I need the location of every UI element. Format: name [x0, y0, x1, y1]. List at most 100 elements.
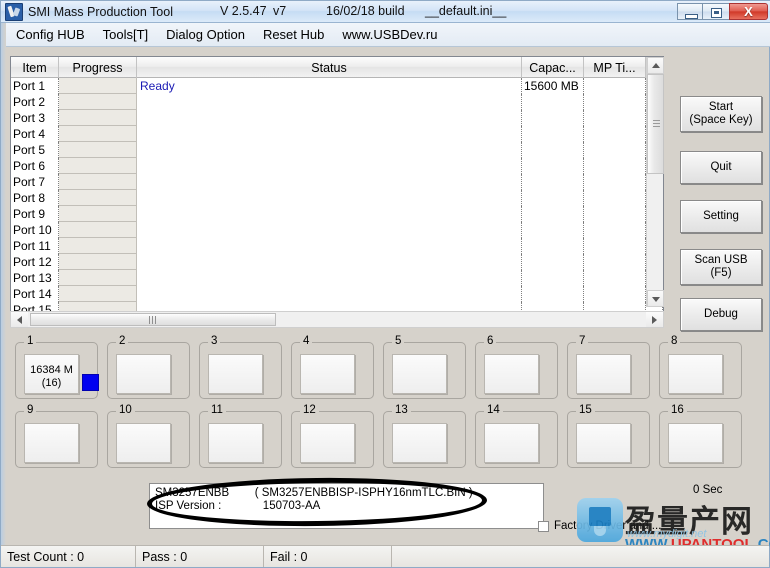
port-cell-status — [137, 206, 522, 222]
port-slot-display[interactable] — [484, 423, 539, 463]
status-extra — [392, 546, 769, 567]
table-row[interactable]: Port 1Ready15600 MB32 — [11, 78, 663, 94]
table-row[interactable]: Port 2 — [11, 94, 663, 110]
table-row[interactable]: Port 14 — [11, 286, 663, 302]
close-button[interactable]: X — [729, 3, 768, 20]
controller-model-line: SM3257ENBB ( SM3257ENBBISP-ISPHY16nmTLC.… — [155, 487, 473, 499]
column-header-status[interactable]: Status — [137, 57, 522, 78]
port-slot-display[interactable] — [116, 354, 171, 394]
start-button[interactable]: Start (Space Key) — [680, 96, 762, 132]
port-slot-display[interactable] — [24, 423, 79, 463]
maximize-button[interactable] — [703, 3, 729, 20]
build-tag-label: v7 — [273, 4, 287, 18]
list-horizontal-scrollbar[interactable] — [10, 311, 664, 328]
port-cell-status — [137, 126, 522, 142]
port-slot-display[interactable] — [484, 354, 539, 394]
port-slot[interactable]: 15 — [567, 404, 650, 468]
port-cell-mp-time — [584, 174, 646, 190]
port-slot-display[interactable] — [668, 354, 723, 394]
menu-item-usbdev-link[interactable]: www.USBDev.ru — [333, 25, 446, 44]
scroll-right-button[interactable] — [646, 312, 663, 327]
port-cell-status — [137, 286, 522, 302]
quit-button[interactable]: Quit — [680, 151, 762, 184]
port-slot-display[interactable] — [392, 423, 447, 463]
table-row[interactable]: Port 12 — [11, 254, 663, 270]
status-bar: Test Count : 0 Pass : 0 Fail : 0 — [1, 545, 769, 567]
port-slot[interactable]: 7 — [567, 335, 650, 399]
port-slot[interactable]: 4 — [291, 335, 374, 399]
port-slot-display[interactable] — [300, 354, 355, 394]
menu-item-dialog-option[interactable]: Dialog Option — [157, 25, 254, 44]
controller-info-panel[interactable]: SM3257ENBB ( SM3257ENBBISP-ISPHY16nmTLC.… — [149, 483, 544, 529]
table-row[interactable]: Port 11 — [11, 238, 663, 254]
port-cell-item: Port 7 — [11, 174, 59, 190]
port-slot-display[interactable] — [576, 354, 631, 394]
setting-button-label: Setting — [703, 209, 739, 222]
port-slot[interactable]: 9 — [15, 404, 98, 468]
table-row[interactable]: Port 9 — [11, 206, 663, 222]
port-slot[interactable]: 5 — [383, 335, 466, 399]
table-row[interactable]: Port 4 — [11, 126, 663, 142]
port-slot-display[interactable] — [208, 354, 263, 394]
table-row[interactable]: Port 6 — [11, 158, 663, 174]
port-slot-number: 16 — [668, 404, 687, 416]
column-header-mp-time[interactable]: MP Ti... — [584, 57, 646, 78]
scroll-left-button[interactable] — [11, 312, 28, 327]
port-slot-display[interactable]: 16384 M (16) — [24, 354, 79, 394]
port-cell-mp-time — [584, 94, 646, 110]
debug-button[interactable]: Debug — [680, 298, 762, 331]
table-row[interactable]: Port 10 — [11, 222, 663, 238]
port-slot-number: 14 — [484, 404, 503, 416]
port-cell-capacity — [522, 94, 584, 110]
menu-item-reset-hub[interactable]: Reset Hub — [254, 25, 333, 44]
port-cell-item: Port 1 — [11, 78, 59, 94]
port-slot[interactable]: 8 — [659, 335, 742, 399]
port-slot[interactable]: 12 — [291, 404, 374, 468]
table-row[interactable]: Port 3 — [11, 110, 663, 126]
vertical-scrollbar-thumb[interactable] — [647, 74, 664, 174]
port-slot[interactable]: 14 — [475, 404, 558, 468]
horizontal-scrollbar-thumb[interactable] — [30, 313, 276, 326]
port-slot[interactable]: 16 — [659, 404, 742, 468]
column-header-capacity[interactable]: Capac... — [522, 57, 584, 78]
menu-item-tools[interactable]: Tools[T] — [94, 25, 158, 44]
watermark-chinese-text: 盈量产网 — [625, 504, 753, 540]
column-header-progress[interactable]: Progress — [59, 57, 137, 78]
port-slot[interactable]: 13 — [383, 404, 466, 468]
port-slot-display[interactable] — [668, 423, 723, 463]
port-slot[interactable]: 1 16384 M (16) — [15, 335, 99, 399]
scan-usb-button[interactable]: Scan USB (F5) — [680, 249, 762, 285]
table-row[interactable]: Port 13 — [11, 270, 663, 286]
factory-driver-checkbox[interactable]: Factory Driver and ... — [538, 520, 661, 532]
port-slot-display[interactable] — [392, 354, 447, 394]
scroll-down-button[interactable] — [647, 290, 664, 307]
table-row[interactable]: Port 8 — [11, 190, 663, 206]
menu-item-config-hub[interactable]: Config HUB — [7, 25, 94, 44]
port-cell-item: Port 11 — [11, 238, 59, 254]
port-cell-progress — [59, 270, 137, 286]
port-slot[interactable]: 2 — [107, 335, 190, 399]
port-cell-status — [137, 158, 522, 174]
port-slot-display[interactable] — [208, 423, 263, 463]
port-slot-number: 13 — [392, 404, 411, 416]
setting-button[interactable]: Setting — [680, 200, 762, 233]
scroll-up-button[interactable] — [647, 57, 664, 74]
port-slot-display[interactable] — [576, 423, 631, 463]
port-slot-number: 4 — [300, 335, 313, 347]
minimize-button[interactable] — [677, 3, 703, 20]
port-cell-progress — [59, 174, 137, 190]
port-slot-display[interactable] — [300, 423, 355, 463]
table-row[interactable]: Port 5 — [11, 142, 663, 158]
port-cell-mp-time — [584, 158, 646, 174]
port-slot[interactable]: 10 — [107, 404, 190, 468]
list-vertical-scrollbar[interactable] — [646, 57, 664, 307]
port-slot[interactable]: 3 — [199, 335, 282, 399]
port-slot[interactable]: 11 — [199, 404, 282, 468]
port-cell-mp-time — [584, 78, 646, 94]
table-row[interactable]: Port 7 — [11, 174, 663, 190]
port-cell-capacity — [522, 238, 584, 254]
port-slot-display[interactable] — [116, 423, 171, 463]
column-header-item[interactable]: Item — [11, 57, 59, 78]
port-slot[interactable]: 6 — [475, 335, 558, 399]
checkbox-icon[interactable] — [538, 520, 549, 532]
